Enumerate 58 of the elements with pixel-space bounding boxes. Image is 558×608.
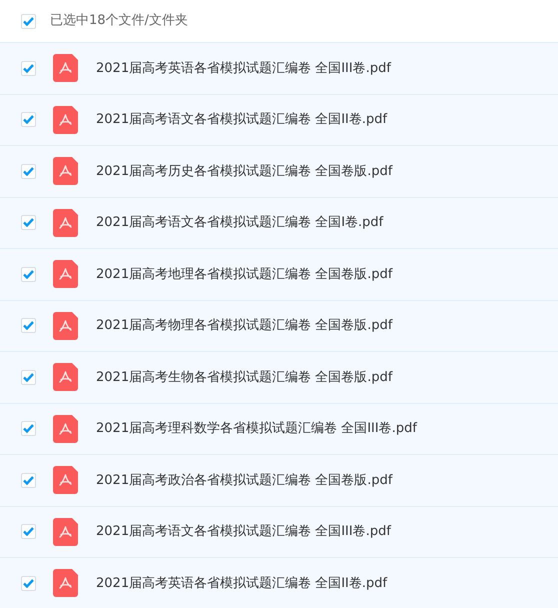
file-row[interactable]: 2021届高考英语各省模拟试题汇编卷 全国III卷.pdf — [0, 42, 558, 94]
check-icon — [23, 270, 34, 279]
check-icon — [23, 321, 34, 330]
pdf-file-icon — [53, 312, 78, 340]
file-row[interactable]: 2021届高考物理各省模拟试题汇编卷 全国卷版.pdf — [0, 300, 558, 351]
check-icon — [23, 527, 34, 536]
file-row[interactable]: 2021届高考英语各省模拟试题汇编卷 全国II卷.pdf — [0, 557, 558, 608]
file-row[interactable]: 2021届高考语文各省模拟试题汇编卷 全国III卷.pdf — [0, 506, 558, 557]
file-row[interactable]: 2021届高考政治各省模拟试题汇编卷 全国卷版.pdf — [0, 454, 558, 506]
pdf-file-icon — [53, 157, 78, 186]
checkbox[interactable] — [21, 524, 36, 540]
checkbox[interactable] — [21, 370, 36, 385]
pdf-file-icon — [53, 208, 78, 237]
pdf-file-icon — [53, 54, 78, 82]
pdf-file-icon — [53, 363, 78, 392]
file-name: 2021届高考英语各省模拟试题汇编卷 全国III卷.pdf — [96, 60, 391, 78]
file-name: 2021届高考语文各省模拟试题汇编卷 全国I卷.pdf — [96, 214, 384, 232]
pdf-file-icon — [53, 414, 78, 443]
checkbox[interactable] — [21, 14, 36, 28]
file-name: 2021届高考英语各省模拟试题汇编卷 全国II卷.pdf — [96, 574, 388, 592]
pdf-file-icon — [53, 466, 78, 494]
check-icon — [23, 424, 34, 434]
pdf-file-icon — [53, 260, 78, 288]
check-icon — [23, 218, 34, 228]
check-icon — [23, 115, 34, 124]
file-row[interactable]: 2021届高考语文各省模拟试题汇编卷 全国II卷.pdf — [0, 94, 558, 145]
checkbox[interactable] — [21, 421, 36, 436]
checkbox[interactable] — [21, 576, 36, 591]
file-name: 2021届高考历史各省模拟试题汇编卷 全国卷版.pdf — [96, 162, 392, 180]
checkbox[interactable] — [21, 60, 36, 76]
checkbox[interactable] — [21, 112, 36, 128]
file-row[interactable]: 2021届高考生物各省模拟试题汇编卷 全国卷版.pdf — [0, 351, 558, 402]
checkbox[interactable] — [21, 318, 36, 334]
pdf-file-icon — [53, 518, 78, 546]
pdf-file-icon — [53, 106, 78, 134]
pdf-file-icon — [53, 569, 78, 598]
file-name: 2021届高考地理各省模拟试题汇编卷 全国卷版.pdf — [96, 266, 392, 284]
selection-count: 已选中18个文件/文件夹 — [50, 12, 188, 30]
file-row[interactable]: 2021届高考地理各省模拟试题汇编卷 全国卷版.pdf — [0, 248, 558, 300]
check-icon — [23, 372, 34, 382]
file-name: 2021届高考生物各省模拟试题汇编卷 全国卷版.pdf — [96, 368, 392, 386]
file-row[interactable]: 2021届高考历史各省模拟试题汇编卷 全国卷版.pdf — [0, 145, 558, 196]
checkbox[interactable] — [21, 164, 36, 179]
check-icon — [23, 476, 34, 485]
check-icon — [23, 578, 34, 588]
file-name: 2021届高考政治各省模拟试题汇编卷 全国卷版.pdf — [96, 472, 392, 490]
checkbox[interactable] — [21, 472, 36, 488]
file-row[interactable]: 2021届高考理科数学各省模拟试题汇编卷 全国III卷.pdf — [0, 402, 558, 454]
checkbox[interactable] — [21, 215, 36, 230]
file-name: 2021届高考理科数学各省模拟试题汇编卷 全国III卷.pdf — [96, 420, 417, 438]
file-row[interactable]: 2021届高考语文各省模拟试题汇编卷 全国I卷.pdf — [0, 196, 558, 248]
check-icon — [23, 166, 34, 176]
check-icon — [23, 16, 34, 26]
file-name: 2021届高考物理各省模拟试题汇编卷 全国卷版.pdf — [96, 317, 392, 335]
check-icon — [23, 64, 34, 73]
file-name: 2021届高考语文各省模拟试题汇编卷 全国III卷.pdf — [96, 523, 391, 541]
file-name: 2021届高考语文各省模拟试题汇编卷 全国II卷.pdf — [96, 111, 388, 129]
checkbox[interactable] — [21, 266, 36, 282]
